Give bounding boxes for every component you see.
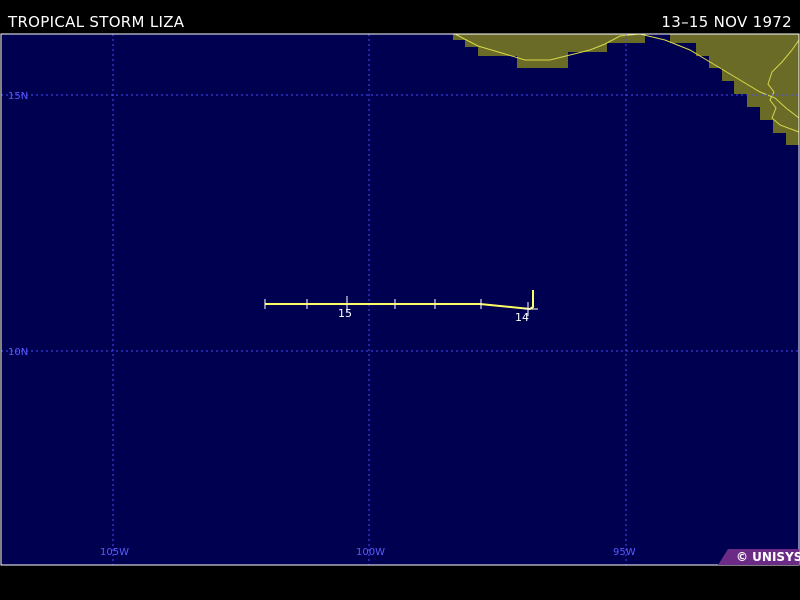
day-label-15: 15 [338,307,352,320]
day-label-14: 14 [515,311,529,324]
lon-label-95w: 95W [613,547,636,558]
ocean [1,34,799,565]
lat-label-10n: 10N [8,347,28,358]
lon-label-105w: 105W [100,547,129,558]
lon-label-100w: 100W [356,547,385,558]
lat-label-15n: 15N [8,91,28,102]
storm-track-map: 15N 10N 105W 100W 95W 15 14 © UNISYS [0,33,800,566]
credit-text: © UNISYS [736,550,800,564]
